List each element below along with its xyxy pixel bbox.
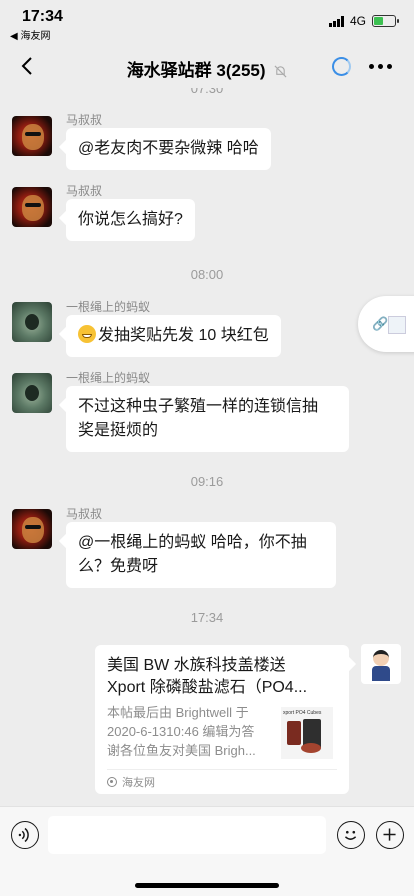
link-card-source: 海友网 bbox=[107, 774, 155, 790]
link-card-title: 美国 BW 水族科技盖楼送 Xport 除磷酸盐滤石（PO4... bbox=[107, 655, 333, 699]
voice-icon[interactable] bbox=[11, 821, 39, 849]
avatar[interactable] bbox=[12, 373, 52, 413]
status-indicators: 4G bbox=[328, 14, 399, 28]
plus-icon[interactable] bbox=[376, 821, 404, 849]
avatar[interactable] bbox=[12, 509, 52, 549]
message-bubble[interactable]: @老友肉不要杂微辣 哈哈 bbox=[66, 128, 271, 170]
avatar[interactable] bbox=[12, 187, 52, 227]
divider bbox=[107, 769, 337, 770]
link-card-desc-line: 本帖最后由 Brightwell 于 bbox=[107, 705, 249, 720]
link-card-thumbnail: xport PO4 Cubes bbox=[281, 707, 333, 759]
link-card-desc-line: 2020-6-1310:46 编辑为答 bbox=[107, 724, 255, 739]
paperclip-icon: 🔗 bbox=[372, 316, 389, 331]
timestamp: 08:00 bbox=[190, 267, 224, 282]
more-icon[interactable] bbox=[369, 64, 392, 69]
thumbnail-label: xport PO4 Cubes bbox=[283, 710, 322, 716]
avatar[interactable] bbox=[12, 116, 52, 156]
sender-name: 一根绳上的蚂蚁 bbox=[66, 300, 151, 314]
link-card-desc-line: 谢各位鱼友对美国 Brigh... bbox=[107, 743, 256, 758]
signal-icon bbox=[328, 15, 344, 27]
message-text-line: 么？免费呀 bbox=[78, 558, 159, 575]
grin-emoji-icon bbox=[78, 325, 96, 343]
message-text-line: 奖是挺烦的 bbox=[78, 422, 159, 439]
sender-name: 马叔叔 bbox=[66, 507, 103, 521]
link-card-title-line: Xport 除磷酸盐滤石（PO4... bbox=[107, 679, 308, 696]
emoji-icon[interactable] bbox=[337, 821, 365, 849]
input-bar bbox=[0, 806, 414, 896]
message-bubble[interactable]: 发抽奖贴先发 10 块红包 bbox=[66, 315, 281, 357]
message-text-line: 不过这种虫子繁殖一样的连锁信抽 bbox=[78, 398, 319, 415]
avatar[interactable] bbox=[12, 302, 52, 342]
floating-article-button[interactable]: 🔗 bbox=[358, 296, 414, 352]
sender-name: 马叔叔 bbox=[66, 113, 103, 127]
my-avatar[interactable] bbox=[361, 644, 401, 684]
link-card-title-line: 美国 BW 水族科技盖楼送 bbox=[107, 657, 286, 674]
bell-off-icon bbox=[274, 65, 287, 78]
message-text: 发抽奖贴先发 10 块红包 bbox=[98, 327, 269, 344]
message-bubble[interactable]: 不过这种虫子繁殖一样的连锁信抽 奖是挺烦的 bbox=[66, 386, 349, 452]
chat-title: 海水驿站群 3(255) bbox=[0, 56, 414, 81]
chat-header: 海水驿站群 3(255) bbox=[0, 44, 414, 88]
link-card[interactable]: 美国 BW 水族科技盖楼送 Xport 除磷酸盐滤石（PO4... 本帖最后由 … bbox=[95, 645, 349, 794]
message-bubble[interactable]: 你说怎么搞好? bbox=[66, 199, 195, 241]
mini-program-icon[interactable] bbox=[332, 57, 351, 76]
timestamp: 09:16 bbox=[190, 474, 224, 489]
message-bubble[interactable]: @一根绳上的蚂蚁 哈哈，你不抽 么？免费呀 bbox=[66, 522, 336, 588]
status-bar: 17:34 ◀ 海友网 4G bbox=[0, 0, 414, 44]
source-icon bbox=[107, 777, 117, 787]
sender-name: 马叔叔 bbox=[66, 184, 103, 198]
network-type: 4G bbox=[349, 14, 366, 28]
back-to-app-link[interactable]: ◀ 海友网 bbox=[10, 27, 50, 42]
message-input[interactable] bbox=[48, 816, 326, 854]
battery-icon bbox=[372, 15, 399, 27]
sender-name: 一根绳上的蚂蚁 bbox=[66, 371, 151, 385]
link-card-description: 本帖最后由 Brightwell 于 2020-6-1310:46 编辑为答 谢… bbox=[107, 703, 275, 760]
home-indicator[interactable] bbox=[135, 883, 279, 888]
article-thumbnail-icon bbox=[388, 316, 406, 334]
group-name: 海水驿站群 3(255) bbox=[126, 61, 266, 80]
status-time: 17:34 bbox=[22, 8, 63, 25]
timestamp: 07:30 bbox=[190, 88, 224, 96]
timestamp: 17:34 bbox=[190, 610, 224, 625]
source-name: 海友网 bbox=[122, 777, 155, 789]
message-text-line: @一根绳上的蚂蚁 哈哈，你不抽 bbox=[78, 534, 307, 551]
